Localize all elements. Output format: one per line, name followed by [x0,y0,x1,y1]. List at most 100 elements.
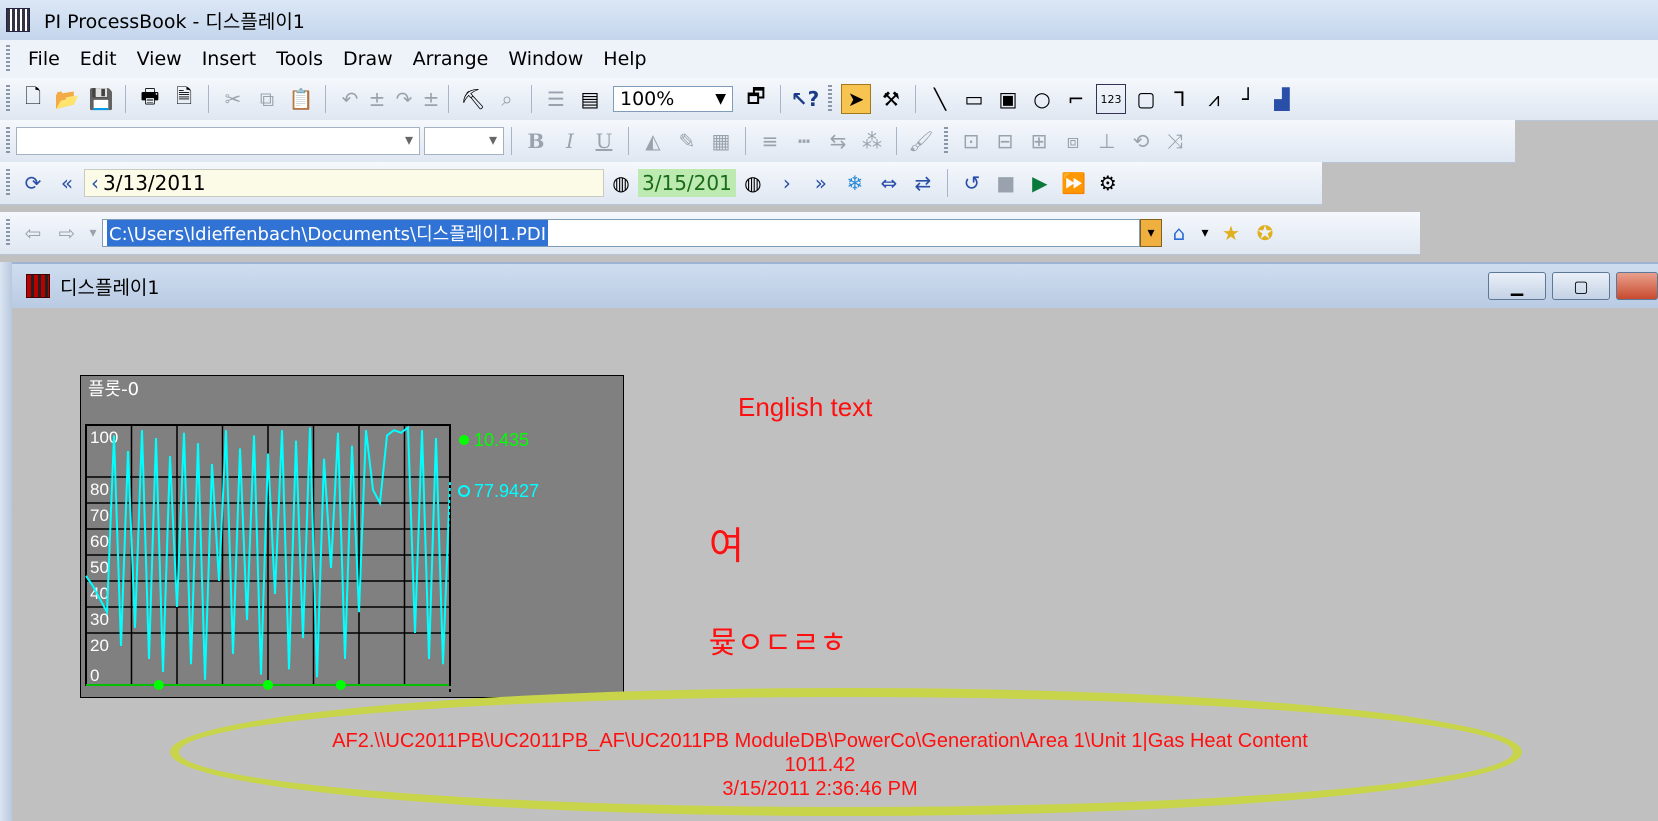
rectangle-tool-icon[interactable]: ▭ [960,85,988,113]
favorites-star-icon[interactable]: ★ [1217,219,1245,247]
button-tool-icon[interactable]: ▢ [1132,85,1160,113]
menu-insert[interactable]: Insert [202,48,257,70]
select-arrow-icon[interactable]: ➤ [841,84,871,114]
tag-path-text[interactable]: AF2.\\UC2011PB\UC2011PB_AF\UC2011PB Modu… [160,730,1480,753]
end-time-lock-icon[interactable]: ◍ [739,169,767,197]
line-tool-icon[interactable]: ╲ [926,85,954,113]
forward-arrow-icon[interactable]: ⇨ [53,219,81,247]
child-window-title-bar[interactable]: 디스플레이1 ▁ ▢ [12,262,1658,308]
trend-icon[interactable]: ▤ [576,85,604,113]
menu-window[interactable]: Window [508,48,583,70]
time-shift-icon[interactable]: ⇔ [875,169,903,197]
toolbar-grip[interactable] [6,169,10,197]
copy-icon[interactable]: ⧉ [253,85,281,113]
minimize-button[interactable]: ▁ [1488,272,1546,300]
cut-icon[interactable]: ✂ [219,85,247,113]
close-button[interactable] [1616,272,1658,300]
undo-dropdown-icon[interactable]: ± [369,85,386,113]
scroll-forward-icon[interactable]: » [807,169,835,197]
toolbar-grip[interactable] [6,219,10,247]
ellipse-tool-icon[interactable]: ○ [1028,85,1056,113]
english-text-label[interactable]: English text [738,392,872,423]
polyline-tool-icon[interactable]: ⩘ [1200,85,1228,113]
align-objects-icon[interactable]: ⊥ [1093,127,1121,155]
line-style-icon[interactable]: ┅ [790,127,818,155]
line-weight-icon[interactable]: ≡ [756,127,784,155]
address-dropdown-icon[interactable]: ▾ [1140,219,1162,247]
bold-icon[interactable]: B [522,127,550,155]
find-icon[interactable]: ⌕ [493,85,521,113]
connector-tool-icon[interactable]: ⅂ [1166,85,1194,113]
text-tool-icon[interactable]: ▣ [994,85,1022,113]
rotate-icon[interactable]: ⟲ [1127,127,1155,155]
ungroup-icon[interactable]: ⊟ [991,127,1019,155]
fast-forward-icon[interactable]: ⏩ [1060,169,1088,197]
bring-front-icon[interactable]: ⧈ [1059,127,1087,155]
end-time-field[interactable]: 3/15/201 [638,169,736,197]
add-favorite-icon[interactable]: ✪ [1251,219,1279,247]
paste-icon[interactable]: 📋 [287,85,315,113]
home-dropdown-icon[interactable]: ▾ [1199,219,1211,247]
toolbar-grip[interactable] [944,127,948,155]
format-painter-icon[interactable]: 🖌 [907,127,935,155]
value-tool-icon[interactable]: 123 [1096,84,1126,114]
menubar-grip[interactable] [6,45,10,73]
context-help-icon[interactable]: ↖? [791,85,819,113]
chevron-right-icon[interactable]: › [773,169,801,197]
start-time-field[interactable]: ‹ 3/13/2011 [84,169,604,197]
menu-file[interactable]: File [28,48,60,70]
underline-icon[interactable]: U [590,127,618,155]
snowflake-icon[interactable]: ❄ [841,169,869,197]
redo-dropdown-icon[interactable]: ± [423,85,440,113]
arc-tool-icon[interactable]: ⌐ [1062,85,1090,113]
pattern-icon[interactable]: ⁂ [858,127,886,155]
undo-icon[interactable]: ↶ [336,85,364,113]
new-file-icon[interactable]: 🗋 [19,84,47,113]
back-arrow-icon[interactable]: ⇦ [19,219,47,247]
zoom-select[interactable]: 100% ▼ [613,86,733,112]
menu-view[interactable]: View [137,48,182,70]
print-preview-icon[interactable]: 🗎 [170,84,198,113]
toolbar-grip[interactable] [6,127,10,155]
step-tool-icon[interactable]: ┘ [1234,85,1262,113]
reset-icon[interactable]: ↺ [958,169,986,197]
flip-icon[interactable]: ⤨ [1161,127,1189,155]
start-time-lock-icon[interactable]: ◍ [607,169,635,197]
menu-help[interactable]: Help [603,48,646,70]
new-window-icon[interactable]: 🗗 [742,84,770,113]
tag-value-text[interactable]: 1011.42 [160,754,1480,777]
group-icon[interactable]: ⊡ [957,127,985,155]
korean-text-label[interactable]: 여 [709,515,744,570]
play-icon[interactable]: ▶ [1026,169,1054,197]
address-input[interactable]: C:\Users\ldieffenbach\Documents\디스플레이1.P… [102,219,1140,247]
save-icon[interactable]: 💾 [87,85,115,113]
history-dropdown-icon[interactable]: ▾ [87,219,99,247]
tag-search-icon[interactable]: ⛏ [459,85,487,113]
fill-color-icon[interactable]: ◭ [639,127,667,155]
redo-icon[interactable]: ↷ [390,85,418,113]
trend-plot[interactable]: 플롯-0 100807060504030200 10.435 77.9427 [80,375,624,698]
chart-tool-icon[interactable]: ▟ [1268,85,1296,113]
toolbar-grip[interactable] [6,85,10,113]
stop-icon[interactable]: ■ [992,169,1020,197]
print-icon[interactable]: 🖶 [136,84,164,113]
align-icon[interactable]: ☰ [542,85,570,113]
italic-icon[interactable]: I [556,127,584,155]
settings-icon[interactable]: ⚙ [1094,169,1122,197]
toolbar-grip[interactable] [828,85,832,113]
menu-draw[interactable]: Draw [343,48,393,70]
hammer-icon[interactable]: ⚒ [877,85,905,113]
text-color-icon[interactable]: ▦ [707,127,735,155]
restore-button[interactable]: ▢ [1552,272,1610,300]
home-icon[interactable]: ⌂ [1165,219,1193,247]
time-apply-icon[interactable]: ⇄ [909,169,937,197]
line-color-icon[interactable]: ✎ [673,127,701,155]
menu-arrange[interactable]: Arrange [413,48,489,70]
font-size-select[interactable] [424,127,504,155]
scroll-back-icon[interactable]: « [53,169,81,197]
menu-edit[interactable]: Edit [80,48,117,70]
arrow-style-icon[interactable]: ⇆ [824,127,852,155]
open-folder-icon[interactable]: 📂 [53,85,81,113]
regroup-icon[interactable]: ⊞ [1025,127,1053,155]
font-name-select[interactable] [16,127,420,155]
